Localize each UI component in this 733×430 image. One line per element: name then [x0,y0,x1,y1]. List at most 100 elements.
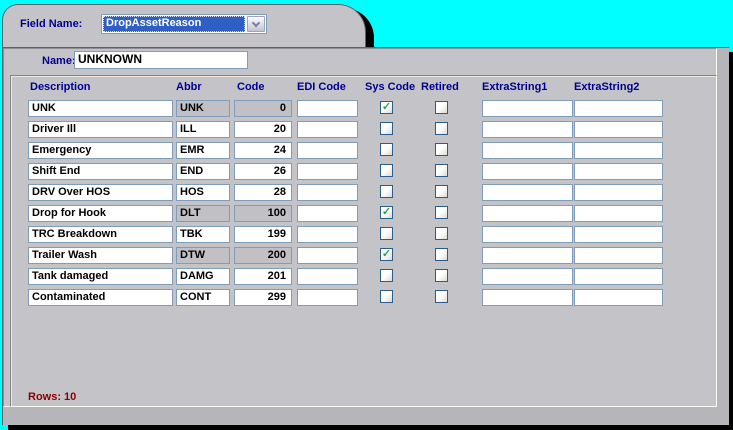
abbr-input[interactable]: UNK [176,100,230,117]
field-name-selected-value[interactable]: DropAssetReason [103,16,245,32]
sys-code-checkbox[interactable] [380,269,393,282]
retired-checkbox[interactable] [435,290,448,303]
column-header-sys-code: Sys Code [365,81,416,93]
extrastring1-input[interactable] [482,100,573,117]
retired-checkbox[interactable] [435,206,448,219]
edi-code-input[interactable] [297,184,358,201]
description-input[interactable]: Tank damaged [28,268,173,285]
code-input[interactable]: 24 [234,142,292,159]
edi-code-input[interactable] [297,100,358,117]
code-input[interactable]: 0 [234,100,292,117]
extrastring1-input[interactable] [482,226,573,243]
sys-code-checkbox[interactable] [380,143,393,156]
code-input[interactable]: 200 [234,247,292,264]
retired-checkbox[interactable] [435,185,448,198]
name-input[interactable]: UNKNOWN [74,51,248,69]
field-name-label: Field Name: [20,18,83,30]
edi-code-input[interactable] [297,205,358,222]
edi-code-input[interactable] [297,142,358,159]
code-input[interactable]: 299 [234,289,292,306]
extrastring1-input[interactable] [482,142,573,159]
edi-code-input[interactable] [297,268,358,285]
abbr-input[interactable]: HOS [176,184,230,201]
extrastring2-input[interactable] [574,184,663,201]
abbr-input[interactable]: DTW [176,247,230,264]
description-input[interactable]: Driver Ill [28,121,173,138]
column-header-code: Code [237,81,265,93]
description-input[interactable]: Shift End [28,163,173,180]
extrastring2-input[interactable] [574,205,663,222]
abbr-input[interactable]: EMR [176,142,230,159]
column-header-abbr: Abbr [176,81,202,93]
abbr-input[interactable]: ILL [176,121,230,138]
retired-checkbox[interactable] [435,227,448,240]
code-input[interactable]: 100 [234,205,292,222]
field-name-tab: Field Name: DropAssetReason [2,4,366,47]
extrastring2-input[interactable] [574,100,663,117]
code-input[interactable]: 201 [234,268,292,285]
code-input[interactable]: 20 [234,121,292,138]
extrastring1-input[interactable] [482,184,573,201]
check-icon: ✓ [381,248,392,260]
description-input[interactable]: DRV Over HOS [28,184,173,201]
extrastring2-input[interactable] [574,142,663,159]
extrastring2-input[interactable] [574,247,663,264]
extrastring2-input[interactable] [574,226,663,243]
column-header-edi-code: EDI Code [297,81,346,93]
name-label: Name: [42,55,76,67]
code-input[interactable]: 28 [234,184,292,201]
extrastring1-input[interactable] [482,289,573,306]
extrastring2-input[interactable] [574,289,663,306]
description-input[interactable]: UNK [28,100,173,117]
retired-checkbox[interactable] [435,122,448,135]
check-icon: ✓ [381,101,392,113]
description-input[interactable]: Trailer Wash [28,247,173,264]
edi-code-input[interactable] [297,289,358,306]
description-input[interactable]: Drop for Hook [28,205,173,222]
retired-checkbox[interactable] [435,248,448,261]
page-background: { "window": { "field_name_label": "Field… [0,0,733,430]
extrastring1-input[interactable] [482,121,573,138]
description-input[interactable]: Contaminated [28,289,173,306]
retired-checkbox[interactable] [435,269,448,282]
table-group-box: Description Abbr Code EDI Code Sys Code … [10,75,717,407]
sys-code-checkbox[interactable]: ✓ [380,101,393,114]
extrastring2-input[interactable] [574,121,663,138]
retired-checkbox[interactable] [435,164,448,177]
extrastring1-input[interactable] [482,163,573,180]
edi-code-input[interactable] [297,226,358,243]
retired-checkbox[interactable] [435,143,448,156]
field-name-combobox[interactable]: DropAssetReason [101,14,267,34]
description-input[interactable]: TRC Breakdown [28,226,173,243]
abbr-input[interactable]: DLT [176,205,230,222]
extrastring1-input[interactable] [482,268,573,285]
sys-code-checkbox[interactable] [380,185,393,198]
column-header-extrastring1: ExtraString1 [482,81,548,93]
edi-code-input[interactable] [297,247,358,264]
extrastring1-input[interactable] [482,247,573,264]
sys-code-checkbox[interactable]: ✓ [380,248,393,261]
sys-code-checkbox[interactable] [380,290,393,303]
abbr-input[interactable]: DAMG [176,268,230,285]
description-input[interactable]: Emergency [28,142,173,159]
sys-code-checkbox[interactable]: ✓ [380,206,393,219]
column-header-extrastring2: ExtraString2 [574,81,640,93]
edi-code-input[interactable] [297,121,358,138]
combo-dropdown-button[interactable] [247,16,265,32]
code-input[interactable]: 199 [234,226,292,243]
extrastring2-input[interactable] [574,268,663,285]
sys-code-checkbox[interactable] [380,227,393,240]
column-header-retired: Retired [421,81,459,93]
abbr-input[interactable]: END [176,163,230,180]
abbr-input[interactable]: TBK [176,226,230,243]
abbr-input[interactable]: CONT [176,289,230,306]
edi-code-input[interactable] [297,163,358,180]
sys-code-checkbox[interactable] [380,164,393,177]
rows-count-label: Rows: 10 [28,391,77,403]
retired-checkbox[interactable] [435,101,448,114]
extrastring1-input[interactable] [482,205,573,222]
sys-code-checkbox[interactable] [380,122,393,135]
code-input[interactable]: 26 [234,163,292,180]
extrastring2-input[interactable] [574,163,663,180]
column-header-description: Description [30,81,91,93]
